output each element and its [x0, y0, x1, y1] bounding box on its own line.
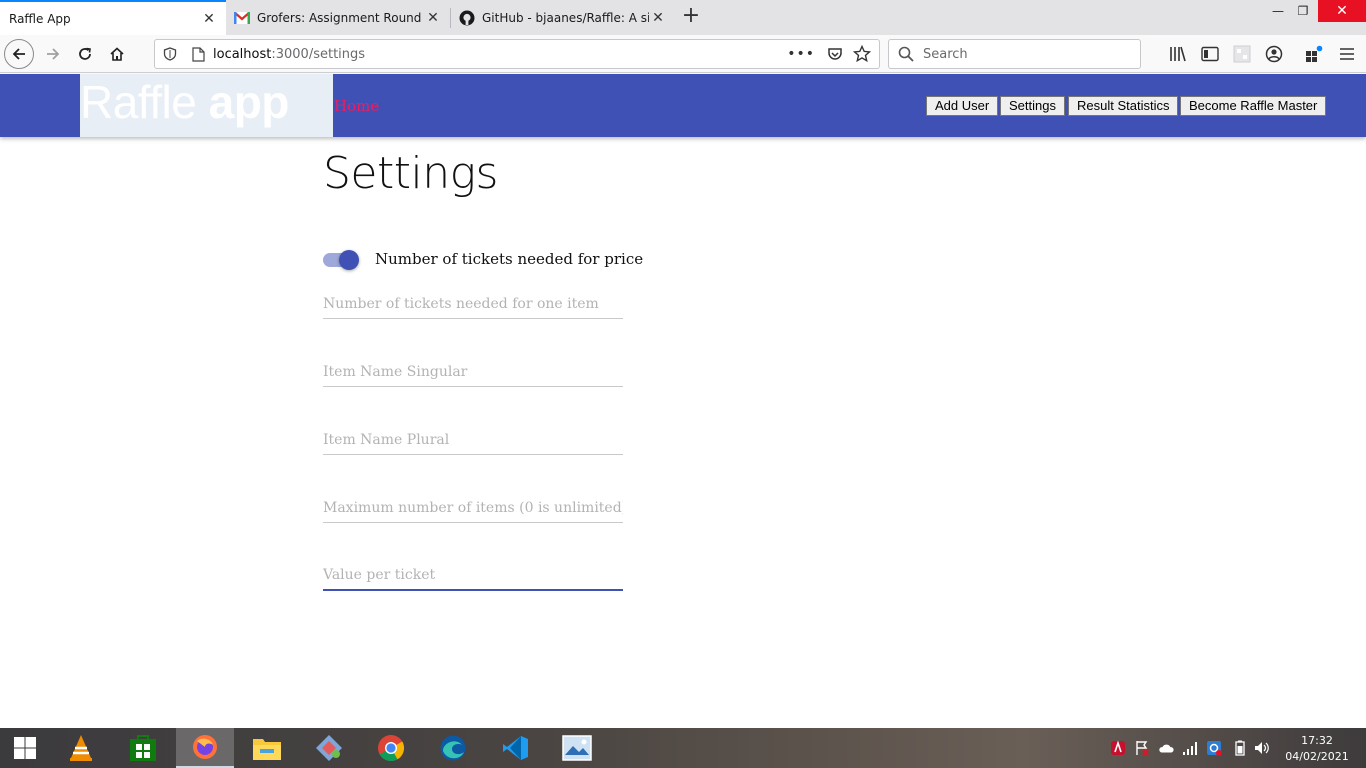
sidebar-icon[interactable]: [1200, 44, 1220, 64]
menu-hamburger-icon[interactable]: [1337, 44, 1357, 64]
browser-tab-strip: Raffle App ✕ Grofers: Assignment Round |…: [0, 0, 1366, 35]
toggle-thumb: [339, 250, 359, 270]
search-box[interactable]: Search: [888, 39, 1141, 69]
volume-icon[interactable]: [1254, 740, 1270, 756]
search-icon: [889, 46, 923, 62]
network-signal-icon[interactable]: [1182, 740, 1198, 756]
close-tab-icon[interactable]: ✕: [200, 10, 218, 28]
minimize-icon[interactable]: —: [1268, 0, 1288, 22]
tab-github[interactable]: GitHub - bjaanes/Raffle: A simp ✕: [451, 0, 675, 35]
address-bar[interactable]: localhost:3000/settings •••: [154, 39, 880, 69]
clock-time: 17:32: [1301, 734, 1333, 747]
result-statistics-button[interactable]: Result Statistics: [1068, 96, 1179, 116]
new-tab-plus-icon[interactable]: +: [680, 5, 702, 29]
page-actions-icon[interactable]: •••: [787, 46, 815, 62]
url-path: :3000/settings: [271, 46, 366, 62]
security-tray-icon[interactable]: [1206, 740, 1222, 756]
gmail-icon: [234, 10, 250, 26]
system-clock[interactable]: 17:32 04/02/2021: [1284, 733, 1350, 765]
back-button[interactable]: [4, 39, 34, 69]
shield-icon[interactable]: [155, 47, 185, 61]
add-user-button[interactable]: Add User: [926, 96, 999, 116]
item-name-singular-input[interactable]: [323, 357, 623, 387]
tab-grofers[interactable]: Grofers: Assignment Round | In ✕: [226, 0, 450, 35]
bookmark-star-icon[interactable]: [852, 44, 872, 67]
flag-tray-icon[interactable]: [1134, 740, 1150, 756]
close-tab-icon[interactable]: ✕: [424, 9, 442, 27]
windows-taskbar: 17:32 04/02/2021: [0, 728, 1366, 768]
home-link[interactable]: Home: [334, 97, 379, 115]
extension-icon[interactable]: [1232, 44, 1252, 64]
tickets-per-item-input[interactable]: [323, 289, 623, 319]
item-name-plural-input[interactable]: [323, 425, 623, 455]
restore-icon[interactable]: ❐: [1293, 0, 1313, 22]
home-icon[interactable]: [102, 39, 132, 69]
firefox-icon[interactable]: [176, 728, 234, 768]
extensions-puzzle-icon[interactable]: [1304, 44, 1324, 64]
windows-start-icon[interactable]: [0, 728, 50, 768]
tab-title: Raffle App: [9, 11, 71, 26]
file-explorer-icon[interactable]: [238, 728, 296, 768]
value-per-ticket-input[interactable]: [323, 561, 623, 591]
max-items-input[interactable]: [323, 493, 623, 523]
vlc-icon[interactable]: [52, 728, 110, 768]
page-title: Settings: [323, 148, 498, 199]
tickets-needed-toggle[interactable]: [323, 250, 359, 270]
logo-word-app: app: [208, 76, 290, 128]
app-header: Raffle app Home Add User Settings Result…: [0, 74, 1366, 137]
pocket-icon[interactable]: [827, 46, 843, 66]
app-icon[interactable]: [300, 728, 358, 768]
red-app-tray-icon[interactable]: [1110, 740, 1126, 756]
url-host: localhost: [213, 46, 272, 62]
edge-icon[interactable]: [424, 728, 482, 768]
url-text: localhost:3000/settings: [213, 47, 365, 62]
back-arrow-icon: [4, 39, 34, 69]
store-icon[interactable]: [114, 728, 172, 768]
chrome-icon[interactable]: [362, 728, 420, 768]
tab-raffle-app[interactable]: Raffle App ✕: [0, 0, 226, 35]
logo-text: Raffle app: [80, 76, 289, 128]
app-logo[interactable]: Raffle app: [80, 74, 333, 137]
battery-icon[interactable]: [1232, 740, 1248, 756]
library-icon[interactable]: [1168, 44, 1188, 64]
photos-icon[interactable]: [548, 728, 606, 768]
toggle-label: Number of tickets needed for price: [375, 250, 644, 268]
forward-arrow-icon[interactable]: [38, 39, 68, 69]
become-raffle-master-button[interactable]: Become Raffle Master: [1180, 96, 1327, 116]
browser-toolbar: localhost:3000/settings ••• Search: [0, 35, 1366, 73]
tab-title: GitHub - bjaanes/Raffle: A simp: [482, 10, 649, 25]
github-icon: [459, 10, 475, 26]
close-tab-icon[interactable]: ✕: [649, 9, 667, 27]
onedrive-cloud-icon[interactable]: [1158, 740, 1174, 756]
reload-icon[interactable]: [70, 39, 100, 69]
close-window-icon[interactable]: ✕: [1318, 0, 1366, 22]
vscode-icon[interactable]: [486, 728, 544, 768]
tab-title: Grofers: Assignment Round | In: [257, 10, 424, 25]
search-placeholder: Search: [923, 46, 968, 62]
logo-word-raffle: Raffle: [80, 76, 197, 128]
clock-date: 04/02/2021: [1285, 750, 1349, 763]
account-icon[interactable]: [1264, 44, 1284, 64]
settings-button[interactable]: Settings: [1000, 96, 1065, 116]
page-info-icon[interactable]: [185, 46, 211, 62]
